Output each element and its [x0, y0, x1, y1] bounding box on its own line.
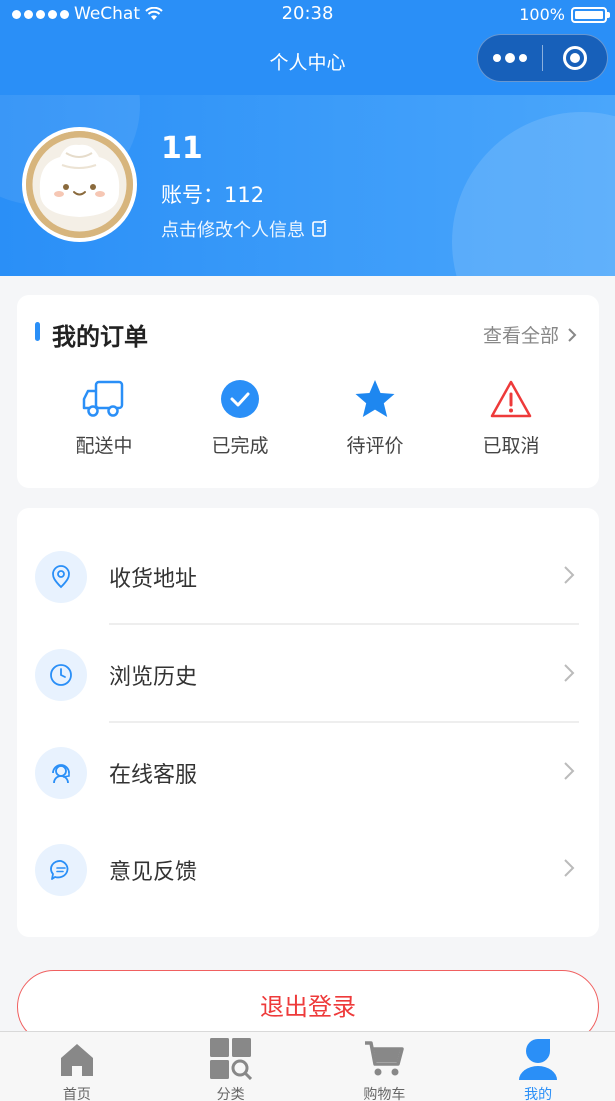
menu-item-customer-service[interactable]: 在线客服	[17, 723, 599, 821]
avatar[interactable]	[22, 127, 137, 242]
star-icon	[355, 380, 395, 417]
status-bar: WeChat 20:38 100%	[0, 0, 615, 30]
more-menu-button[interactable]	[478, 35, 542, 81]
edit-profile-label: 点击修改个人信息	[161, 220, 305, 241]
cart-icon	[365, 1041, 405, 1076]
orders-title: 我的订单	[52, 323, 148, 351]
tab-cart[interactable]: 购物车	[308, 1032, 462, 1101]
user-icon	[519, 1039, 558, 1080]
orders-card: 我的订单 查看全部 配送中 已完成 待评价 已取消	[17, 295, 599, 488]
close-target-icon	[563, 46, 587, 70]
menu-icon-bg	[35, 551, 87, 603]
view-all-orders-link[interactable]: 查看全部	[483, 321, 577, 348]
check-circle-icon	[221, 380, 259, 418]
menu-icon-bg	[35, 649, 87, 701]
more-dots-icon	[493, 54, 501, 62]
order-status-label: 已取消	[482, 435, 540, 457]
order-status-label: 已完成	[211, 435, 269, 457]
menu-item-label: 意见反馈	[109, 860, 198, 885]
user-name: 11	[161, 131, 203, 166]
order-status-label: 待评价	[346, 435, 404, 457]
truck-icon	[82, 380, 124, 417]
edit-profile-link[interactable]: 点击修改个人信息	[161, 216, 329, 242]
order-status-delivering[interactable]: 配送中	[44, 377, 164, 458]
chevron-right-icon	[564, 566, 575, 584]
clock-icon	[50, 664, 72, 686]
tab-category[interactable]: 分类	[154, 1032, 308, 1101]
top-bar: WeChat 20:38 100% 个人中心	[0, 0, 615, 95]
menu-item-label: 在线客服	[109, 763, 198, 788]
tab-label: 购物车	[363, 1087, 406, 1101]
menu-item-feedback[interactable]: 意见反馈	[17, 820, 599, 918]
menu-item-label: 收货地址	[109, 567, 198, 592]
order-status-cancelled[interactable]: 已取消	[451, 377, 571, 458]
section-accent-bar	[35, 322, 40, 341]
home-icon	[60, 1044, 93, 1076]
tab-label: 我的	[524, 1087, 553, 1101]
edit-icon	[312, 220, 327, 237]
menu-item-history[interactable]: 浏览历史	[17, 625, 599, 723]
chevron-right-icon	[564, 664, 575, 682]
battery-status: 100%	[519, 5, 610, 24]
menu-item-label: 浏览历史	[109, 665, 198, 690]
headset-icon	[52, 764, 70, 784]
location-icon	[52, 565, 70, 589]
view-all-label: 查看全部	[482, 325, 559, 347]
decor-circle	[452, 112, 615, 276]
miniprogram-capsule	[477, 34, 608, 82]
category-icon	[209, 1038, 252, 1080]
menu-icon-bg	[35, 747, 87, 799]
tab-label: 首页	[62, 1087, 91, 1101]
warning-icon	[490, 380, 532, 418]
battery-icon	[571, 6, 610, 23]
close-miniprogram-button[interactable]	[543, 35, 607, 81]
chevron-right-icon	[564, 859, 575, 877]
order-status-completed[interactable]: 已完成	[180, 377, 300, 458]
order-status-to-review[interactable]: 待评价	[315, 377, 435, 458]
battery-percent: 100%	[519, 5, 565, 24]
order-status-label: 配送中	[75, 435, 133, 457]
menu-item-address[interactable]: 收货地址	[17, 527, 599, 625]
profile-header[interactable]: 11 账号：112 点击修改个人信息	[0, 95, 615, 276]
tab-home[interactable]: 首页	[0, 1032, 154, 1101]
bun-avatar-icon	[26, 131, 133, 238]
bottom-tab-bar: 首页 分类 购物车 我的	[0, 1031, 615, 1101]
menu-icon-bg	[35, 844, 87, 896]
chevron-right-icon	[564, 762, 575, 780]
tab-label: 分类	[216, 1087, 245, 1101]
tab-mine[interactable]: 我的	[461, 1032, 615, 1101]
message-icon	[50, 860, 69, 880]
chevron-right-icon	[568, 327, 577, 342]
settings-menu-card: 收货地址 浏览历史 在线客服 意见反馈	[17, 508, 599, 937]
account-id: 账号：112	[161, 183, 265, 207]
